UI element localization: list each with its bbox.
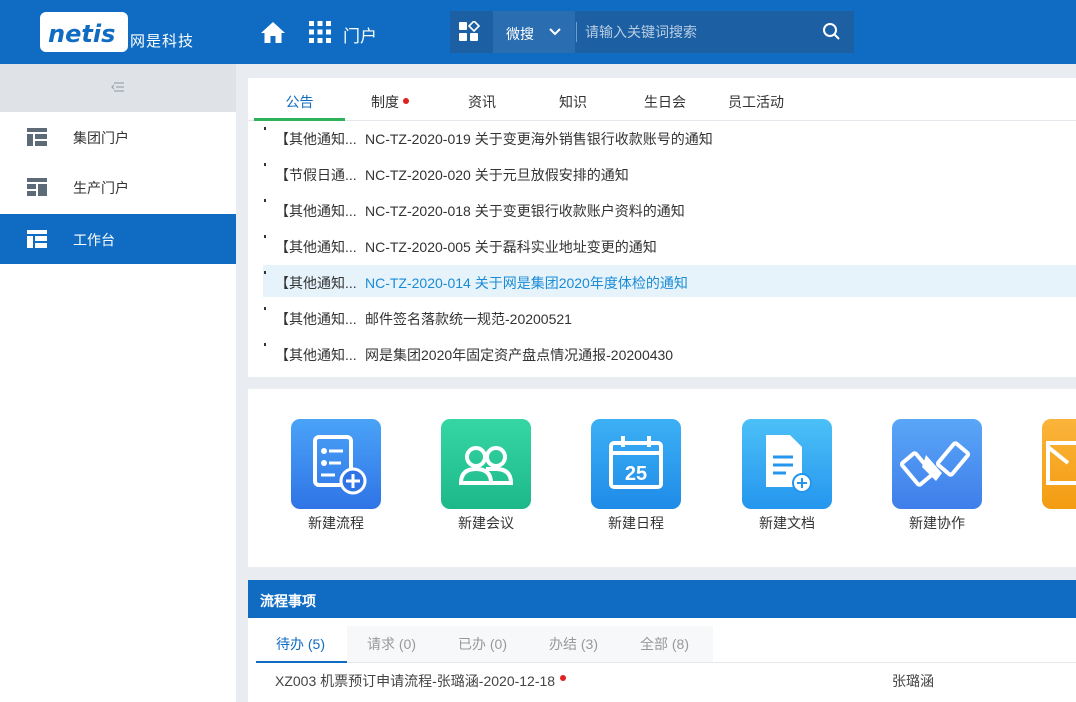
tab-all[interactable]: 全部 (8) [640, 634, 689, 654]
tab-todo[interactable]: 待办 (5) [276, 634, 325, 654]
notice-title: NC-TZ-2020-005 关于磊科实业地址变更的通知 [365, 239, 657, 255]
app-label: 新建日程 [608, 515, 664, 531]
table-row[interactable]: XZ003 机票预订申请流程-张璐涵-2020-12-18 张璐涵 [256, 666, 1076, 694]
notice-title: 网是集团2020年固定资产盘点情况通报-20200430 [365, 347, 674, 363]
calendar-icon: 25 [591, 419, 681, 509]
app-label: 新建会议 [458, 515, 514, 531]
sidebar-item-label: 集团门户 [73, 130, 129, 146]
notice-title: NC-TZ-2020-018 关于变更银行收款账户资料的通知 [365, 203, 685, 219]
notice-category: 【其他通知... [275, 203, 357, 219]
tab-policies[interactable]: 制度 [355, 92, 425, 120]
workflow-title: XZ003 机票预订申请流程-张璐涵-2020-12-18 [275, 671, 567, 691]
tab-announcements[interactable]: 公告 [254, 92, 345, 120]
sidebar: 集团门户 生产门户 工作台 [0, 64, 236, 702]
new-meeting-button[interactable]: 新建会议 [441, 419, 531, 531]
sidebar-item-production-portal[interactable]: 生产门户 [0, 162, 236, 212]
tab-label: 公告 [285, 94, 314, 110]
bullet [264, 307, 266, 310]
layout-icon [27, 128, 47, 146]
app-label: 新建协作 [909, 515, 965, 531]
tab-label: 资讯 [468, 94, 496, 110]
app-label: 新建文档 [759, 515, 815, 531]
notice-category: 【节假日通... [275, 167, 357, 183]
search-icon[interactable] [822, 22, 842, 42]
search-scope-label: 微搜 [506, 26, 534, 42]
workflow-title-text: XZ003 机票预订申请流程-张璐涵-2020-12-18 [275, 673, 556, 689]
sidebar-collapse-button[interactable] [0, 64, 236, 112]
bullet [264, 271, 266, 274]
widgets-icon[interactable] [459, 21, 481, 43]
notice-category: 【其他通知... [275, 311, 357, 327]
unread-dot [403, 98, 409, 104]
grid-layout-icon [27, 178, 47, 196]
document-add-icon [742, 419, 832, 509]
chevron-down-icon [549, 28, 561, 36]
unread-dot [560, 675, 567, 681]
meeting-people-icon [441, 419, 531, 509]
new-collaboration-button[interactable]: 新建协作 [892, 419, 982, 531]
tab-birthday[interactable]: 生日会 [633, 92, 697, 120]
handshake-icon [892, 419, 982, 509]
calendar-day: 25 [625, 463, 647, 485]
list-item[interactable]: 【其他通知... NC-TZ-2020-019 关于变更海外销售银行收款账号的通… [263, 121, 1076, 153]
new-workflow-button[interactable]: 新建流程 [291, 419, 381, 531]
tab-knowledge[interactable]: 知识 [543, 92, 603, 120]
list-item[interactable]: 【节假日通... NC-TZ-2020-020 关于元旦放假安排的通知 [263, 157, 1076, 189]
layout-icon [27, 230, 47, 248]
notice-title: NC-TZ-2020-020 关于元旦放假安排的通知 [365, 167, 629, 183]
bullet [264, 343, 266, 346]
search-scope-select[interactable]: 微搜 [493, 11, 575, 53]
tab-label: 生日会 [644, 94, 686, 110]
sidebar-item-workbench[interactable]: 工作台 [0, 214, 236, 264]
tab-completed[interactable]: 办结 (3) [549, 634, 598, 654]
logo-subtitle: 网是科技 [130, 33, 195, 50]
workflow-add-icon [291, 419, 381, 509]
bullet [264, 127, 266, 130]
divider [256, 662, 1076, 663]
list-item[interactable]: 【其他通知... NC-TZ-2020-018 关于变更银行收款账户资料的通知 [263, 193, 1076, 225]
notice-category: 【其他通知... [275, 275, 357, 291]
sidebar-item-group-portal[interactable]: 集团门户 [0, 112, 236, 162]
app-label: 新建流程 [308, 515, 364, 531]
bullet [264, 199, 266, 202]
list-item[interactable]: 【其他通知... 网是集团2020年固定资产盘点情况通报-20200430 [263, 337, 1076, 369]
new-schedule-button[interactable]: 25 新建日程 [591, 419, 681, 531]
sidebar-item-label: 生产门户 [73, 180, 129, 196]
apps-grid-icon[interactable] [309, 21, 331, 43]
notice-title: NC-TZ-2020-019 关于变更海外销售银行收款账号的通知 [365, 131, 713, 147]
notice-title: NC-TZ-2020-014 关于网是集团2020年度体检的通知 [365, 275, 688, 291]
divider [576, 22, 577, 42]
new-document-button[interactable]: 新建文档 [742, 419, 832, 531]
tab-done[interactable]: 已办 (0) [458, 634, 507, 654]
sidebar-item-label: 工作台 [73, 232, 115, 248]
home-icon[interactable] [260, 20, 286, 44]
workflow-creator: 张璐涵 [892, 673, 934, 689]
tab-requests[interactable]: 请求 (0) [367, 634, 416, 654]
mail-icon [1042, 419, 1076, 509]
portal-menu[interactable]: 门户 [343, 22, 377, 47]
tab-label: 知识 [559, 94, 587, 110]
workflow-panel-title: 流程事项 [248, 580, 1076, 618]
tab-label: 制度 [371, 94, 399, 110]
list-item[interactable]: 【其他通知... 邮件签名落款统一规范-20200521 [263, 301, 1076, 333]
list-item[interactable]: 【其他通知... NC-TZ-2020-005 关于磊科实业地址变更的通知 [263, 229, 1076, 261]
tab-staff-events[interactable]: 员工活动 [720, 92, 792, 120]
menu-collapse-icon [111, 82, 124, 92]
bullet [264, 163, 266, 166]
notice-title: 邮件签名落款统一规范-20200521 [365, 311, 572, 327]
new-mail-button[interactable]: 新建 [1042, 419, 1076, 509]
notice-category: 【其他通知... [275, 131, 357, 147]
notice-category: 【其他通知... [275, 347, 357, 363]
tab-label: 员工活动 [728, 94, 784, 110]
active-tab-indicator [256, 661, 347, 663]
list-item[interactable]: 【其他通知... NC-TZ-2020-014 关于网是集团2020年度体检的通… [263, 265, 1076, 297]
notice-category: 【其他通知... [275, 239, 357, 255]
search-input[interactable] [585, 20, 805, 44]
bullet [264, 235, 266, 238]
tab-news[interactable]: 资讯 [452, 92, 512, 120]
logo-text: netis [48, 20, 116, 48]
